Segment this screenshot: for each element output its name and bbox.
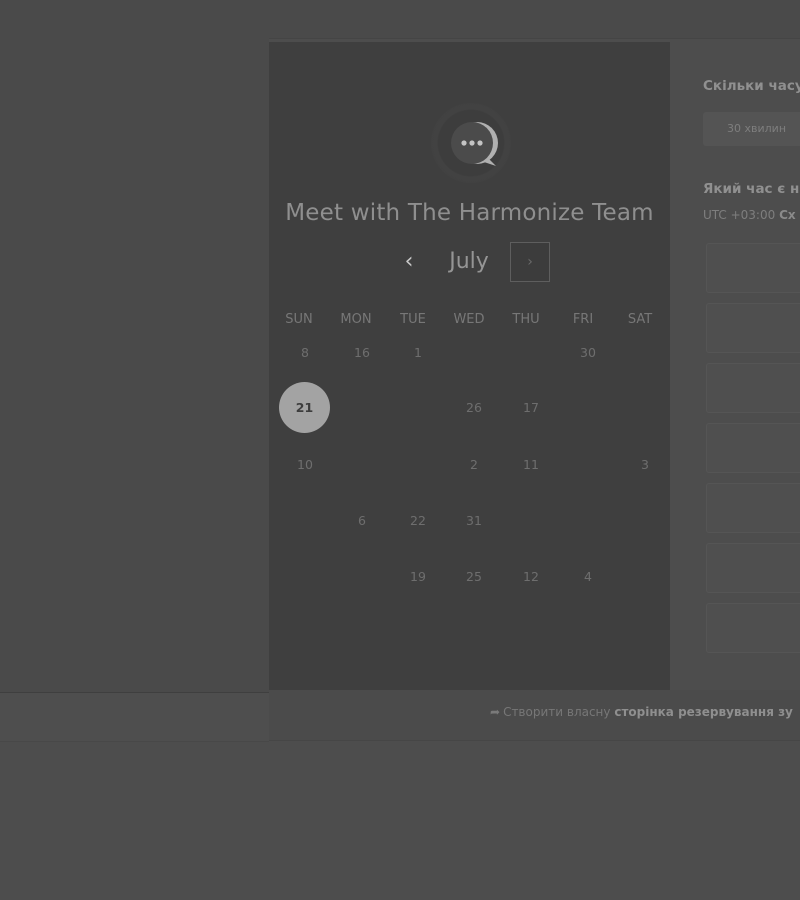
calendar-day[interactable]: 8 (280, 345, 330, 360)
time-slot[interactable] (706, 363, 800, 413)
calendar-day[interactable]: 6 (337, 513, 387, 528)
time-slot[interactable] (706, 603, 800, 653)
timezone-offset: UTC +03:00 (703, 208, 776, 222)
selected-day[interactable]: 21 (279, 382, 330, 433)
time-slot[interactable] (706, 423, 800, 473)
month-label: July (449, 249, 489, 274)
calendar-day[interactable]: 22 (393, 513, 443, 528)
calendar-day[interactable]: 3 (620, 457, 670, 472)
weekday-sat: SAT (627, 312, 653, 327)
time-slot[interactable] (706, 243, 800, 293)
left-panel (0, 38, 269, 693)
calendar-day[interactable]: 19 (393, 569, 443, 584)
calendar-day[interactable]: 4 (563, 569, 613, 584)
calendar-day[interactable]: 2 (449, 457, 499, 472)
weekday-sun: SUN (285, 312, 313, 327)
footer-prefix: Створити власну (503, 705, 611, 719)
time-slot[interactable] (706, 303, 800, 353)
chat-bubble-logo-icon (451, 122, 498, 166)
footer-link-text: сторінка резервування зу (614, 705, 793, 719)
time-slot[interactable] (706, 483, 800, 533)
create-booking-page-link[interactable]: ➦ Створити власну сторінка резервування з… (490, 705, 793, 719)
calendar-day[interactable]: 30 (563, 345, 613, 360)
weekday-tue: TUE (400, 312, 426, 327)
duration-option-button[interactable]: 30 хвилин (703, 112, 800, 146)
weekday-mon: MON (340, 312, 372, 327)
calendar-day[interactable]: 16 (337, 345, 387, 360)
calendar-day[interactable]: 25 (449, 569, 499, 584)
calendar-day[interactable]: 26 (449, 400, 499, 415)
timezone-label[interactable]: UTC +03:00 Сх (703, 208, 796, 222)
weekday-thu: THU (512, 312, 540, 327)
prev-month-button[interactable]: ‹ (394, 246, 424, 280)
cursor-arrow-icon: ➦ (490, 705, 501, 719)
time-slot[interactable] (706, 543, 800, 593)
calendar-day[interactable]: 10 (280, 457, 330, 472)
calendar-day[interactable]: 31 (449, 513, 499, 528)
calendar-day[interactable]: 1 (393, 345, 443, 360)
top-strip (0, 0, 800, 39)
timezone-name: Сх (779, 208, 796, 222)
weekday-wed: WED (453, 312, 485, 327)
next-month-button[interactable]: › (510, 242, 550, 282)
calendar-day[interactable]: 17 (506, 400, 556, 415)
left-lower-panel (0, 693, 269, 742)
page-title: Meet with The Harmonize Team (285, 200, 654, 226)
calendar-day[interactable]: 11 (506, 457, 556, 472)
duration-question: Скільки часу (703, 78, 800, 94)
weekday-fri: FRI (572, 312, 594, 327)
time-question: Який час є н (703, 181, 800, 197)
calendar-day[interactable]: 12 (506, 569, 556, 584)
